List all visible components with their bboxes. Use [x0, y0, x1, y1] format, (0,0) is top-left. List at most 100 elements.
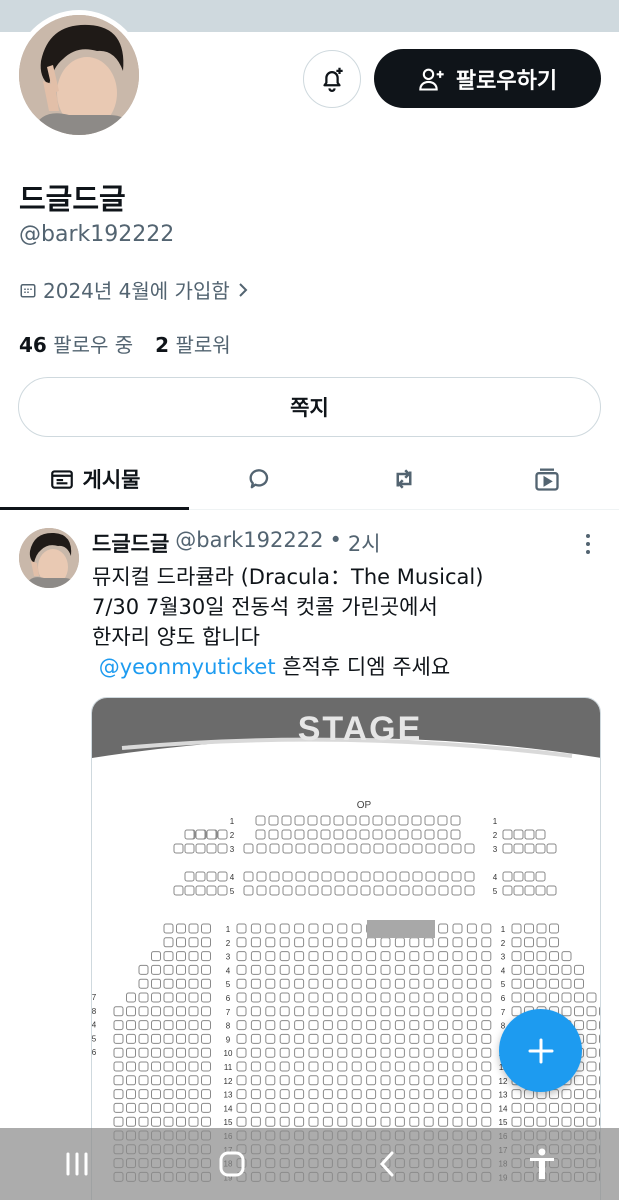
seat [308, 992, 319, 1003]
seat [466, 937, 477, 948]
seat [279, 1075, 290, 1086]
seat [195, 885, 206, 896]
seat [574, 1116, 584, 1127]
seat [409, 964, 420, 975]
seat [409, 1006, 420, 1017]
seat [308, 1033, 319, 1044]
followers-link[interactable]: 2 팔로워 [155, 329, 230, 358]
seat [250, 992, 261, 1003]
compose-button[interactable] [499, 1009, 582, 1092]
seat [380, 992, 391, 1003]
tab-posts[interactable]: 게시물 [0, 448, 189, 510]
row-label: 12 [224, 1077, 233, 1086]
post-time[interactable]: 2시 [348, 528, 381, 558]
seat [549, 964, 559, 975]
seat [360, 885, 371, 896]
seat [481, 1075, 492, 1086]
seat [308, 1020, 319, 1031]
seat [398, 815, 409, 826]
seat [337, 951, 348, 962]
seat [524, 885, 535, 896]
seat [366, 1089, 377, 1100]
seat [279, 964, 290, 975]
seat [452, 964, 463, 975]
post-image[interactable]: STAGE OP 1122334455112233445566778899101… [91, 697, 601, 1200]
seat [265, 923, 276, 934]
seat [295, 843, 306, 854]
seat [351, 1033, 362, 1044]
seat [450, 829, 461, 840]
seat [574, 978, 584, 989]
more-options-icon[interactable] [580, 530, 596, 558]
seat [351, 923, 362, 934]
seat [513, 885, 524, 896]
row-label: 5 [501, 980, 506, 989]
home-button[interactable] [202, 1134, 262, 1194]
seat [308, 937, 319, 948]
seat [586, 1075, 597, 1086]
tab-replies[interactable] [230, 448, 290, 510]
seat [386, 885, 397, 896]
seat [279, 1089, 290, 1100]
seat [294, 951, 305, 962]
seat [380, 978, 391, 989]
seat [176, 1116, 186, 1127]
seat [351, 951, 362, 962]
accessibility-button[interactable] [512, 1134, 572, 1194]
notifications-button[interactable] [303, 50, 361, 108]
post-author-handle[interactable]: @bark192222 [175, 528, 323, 558]
tab-media[interactable] [517, 448, 577, 510]
message-button[interactable]: 쪽지 [18, 377, 601, 437]
row-label: 3 [493, 845, 498, 854]
seat [201, 1020, 211, 1031]
seat [380, 937, 391, 948]
seat [423, 1061, 434, 1072]
seat [201, 1116, 211, 1127]
seat [236, 1006, 247, 1017]
seat [502, 885, 513, 896]
repost-icon [396, 469, 412, 489]
seat [269, 885, 280, 896]
home-icon [219, 1151, 245, 1177]
seat [373, 843, 384, 854]
post-author-name[interactable]: 드글드글 [92, 528, 169, 558]
seat [321, 885, 332, 896]
tab-reposts[interactable] [374, 448, 434, 510]
seat [279, 1006, 290, 1017]
seat [424, 829, 435, 840]
seat [294, 1075, 305, 1086]
row-label: 3 [230, 845, 235, 854]
row-label: 12 [499, 1077, 508, 1086]
following-link[interactable]: 46 팔로우 중 [19, 329, 133, 358]
seat [265, 1061, 276, 1072]
seat [511, 964, 522, 975]
seat [337, 1020, 348, 1031]
seat [308, 923, 319, 934]
seat [511, 923, 522, 934]
seat [452, 1020, 463, 1031]
recent-apps-button[interactable] [47, 1134, 107, 1194]
seat [163, 978, 174, 989]
seat [481, 1061, 492, 1072]
seat [351, 1102, 362, 1113]
row-label: 13 [499, 1091, 508, 1100]
seat [481, 1006, 492, 1017]
post-author-avatar[interactable] [19, 528, 79, 588]
seat [337, 1006, 348, 1017]
seat [599, 1103, 600, 1113]
seat [423, 1006, 434, 1017]
seat [513, 843, 524, 854]
mention-link[interactable]: @yeonmyuticket [99, 655, 276, 679]
seat [265, 964, 276, 975]
seat [279, 992, 290, 1003]
seat [250, 1033, 261, 1044]
seat [380, 1061, 391, 1072]
profile-avatar[interactable] [14, 10, 144, 140]
seat [511, 1116, 522, 1127]
joined-date-text: 2024년 4월에 가입함 [43, 279, 230, 303]
back-button[interactable] [357, 1134, 417, 1194]
seat [561, 1089, 572, 1100]
follow-button[interactable]: 팔로우하기 [374, 49, 601, 108]
joined-date[interactable]: 2024년 4월에 가입함 [19, 275, 250, 304]
seat [265, 1102, 276, 1113]
